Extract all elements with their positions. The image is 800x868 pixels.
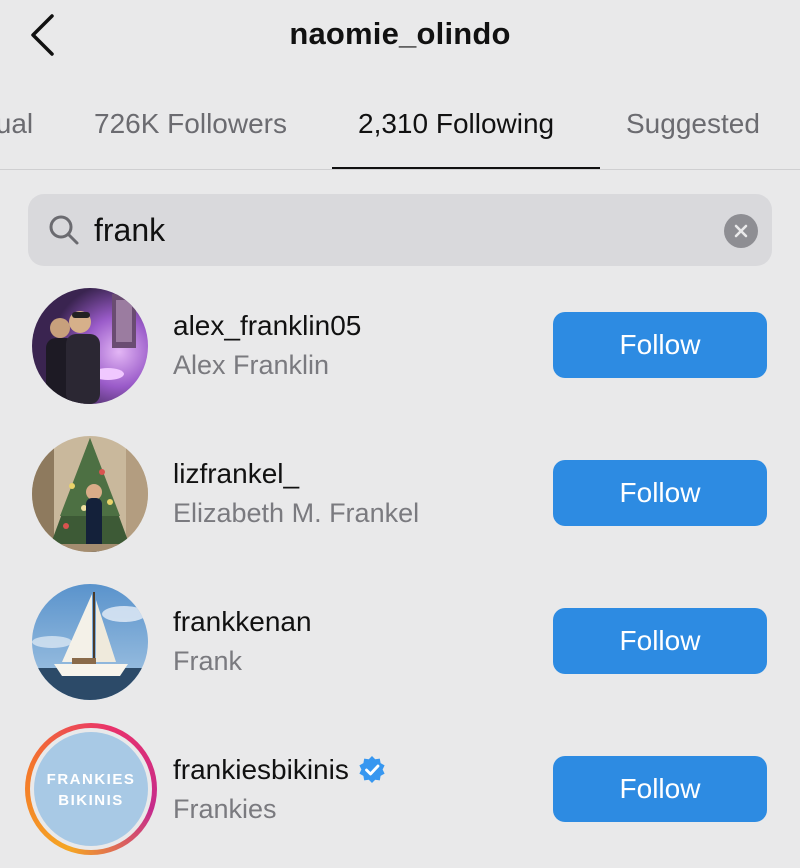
avatar-image [32, 584, 148, 700]
avatar[interactable] [32, 288, 148, 404]
verified-badge-icon [359, 756, 385, 783]
avatar-text-1: FRANKIES [47, 771, 136, 788]
search-icon [49, 215, 79, 245]
full-name: Frank [173, 646, 243, 676]
list-item[interactable]: frankkenan Frank Follow [0, 584, 800, 716]
tab-followers[interactable]: 726K Followers [94, 108, 287, 140]
follow-button[interactable]: Follow [553, 312, 767, 378]
username[interactable]: alex_franklin05 [173, 310, 361, 342]
tab-mutual[interactable]: tual [0, 108, 33, 140]
avatar-text-2: BIKINIS [58, 792, 124, 809]
tab-following[interactable]: 2,310 Following [358, 108, 554, 140]
avatar[interactable] [32, 584, 148, 700]
follow-button[interactable]: Follow [553, 460, 767, 526]
full-name: Frankies [173, 794, 277, 824]
username-text[interactable]: alex_franklin05 [173, 310, 361, 342]
search-input[interactable] [94, 208, 694, 252]
tab-suggested[interactable]: Suggested [626, 108, 760, 140]
frankies-bikinis-logo: FRANKIES BIKINIS [34, 732, 148, 846]
page-title: naomie_olindo [289, 16, 511, 51]
full-name: Alex Franklin [173, 350, 330, 380]
header: naomie_olindo [0, 0, 800, 72]
list-item[interactable]: lizfrankel_ Elizabeth M. Frankel Follow [0, 436, 800, 568]
username[interactable]: lizfrankel_ [173, 458, 299, 490]
avatar[interactable] [32, 436, 148, 552]
clear-search-button[interactable] [724, 214, 758, 248]
list-item[interactable]: alex_franklin05 Alex Franklin Follow [0, 288, 800, 420]
username[interactable]: frankkenan [173, 606, 312, 638]
tab-bar: tual 726K Followers 2,310 Following Sugg… [0, 92, 800, 170]
avatar-story-ring[interactable]: FRANKIES BIKINIS [25, 723, 157, 855]
avatar: FRANKIES BIKINIS [30, 728, 152, 850]
clear-icon [734, 224, 748, 238]
active-tab-indicator [332, 167, 600, 169]
list-item[interactable]: FRANKIES BIKINIS frankiesbikinis Frankie… [0, 723, 800, 864]
username-text[interactable]: frankkenan [173, 606, 312, 638]
username-text[interactable]: frankiesbikinis [173, 754, 349, 786]
full-name: Elizabeth M. Frankel [173, 498, 420, 528]
search-bar [28, 194, 772, 266]
username-text[interactable]: lizfrankel_ [173, 458, 299, 490]
avatar-image [32, 288, 148, 404]
follow-button[interactable]: Follow [553, 756, 767, 822]
follow-button[interactable]: Follow [553, 608, 767, 674]
username[interactable]: frankiesbikinis [173, 754, 387, 786]
avatar-image [32, 436, 148, 552]
